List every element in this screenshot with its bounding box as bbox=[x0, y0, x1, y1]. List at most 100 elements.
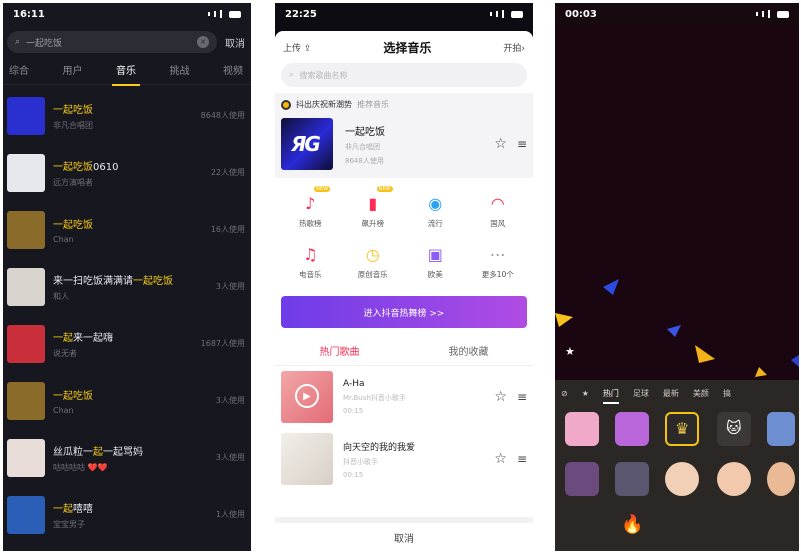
result-text: 一起吃饭0610 远方演唱者 bbox=[53, 158, 211, 188]
song-title: 一起嘻嘻 bbox=[53, 500, 216, 515]
song-meta: 向天空的我的我爱 抖音小歌手 00:15 bbox=[343, 440, 494, 479]
upload-button[interactable]: 上传 ⇪ bbox=[283, 41, 311, 54]
camera-preview[interactable]: ★ bbox=[555, 25, 799, 381]
tab-all[interactable]: 综合 bbox=[9, 62, 29, 77]
title-highlight: 一起吃饭 bbox=[53, 104, 93, 116]
music-result-list: 一起吃饭 非凡合唱团 8648人使用 一起吃饭0610 远方演唱者 22人使用 一起吃饭 Ch… bbox=[3, 85, 251, 543]
category-7[interactable]: ⋯ 更多10个 bbox=[467, 243, 530, 280]
tab-funny[interactable]: 搞 bbox=[723, 388, 731, 399]
effect-item[interactable] bbox=[767, 462, 795, 496]
record-icon bbox=[281, 99, 291, 110]
effect-item[interactable] bbox=[717, 462, 751, 496]
tab-challenges[interactable]: 挑战 bbox=[170, 62, 190, 77]
song-row[interactable]: ▶ A-Ha Mr.Bush抖音小歌手 00:15 ☆ ≡ bbox=[275, 366, 533, 428]
category-2[interactable]: ◉ 流行 bbox=[404, 192, 467, 229]
effect-item[interactable]: 🐱 bbox=[717, 412, 751, 446]
tab-beauty[interactable]: 美颜 bbox=[693, 388, 709, 399]
hot-dance-banner[interactable]: 进入抖音热舞榜 >> bbox=[281, 296, 527, 328]
tab-users[interactable]: 用户 bbox=[63, 62, 83, 77]
fan-icon: ◠ bbox=[490, 193, 505, 213]
effect-item[interactable] bbox=[767, 412, 795, 446]
category-label: 欧美 bbox=[427, 270, 443, 279]
bus-icon: ▣ bbox=[427, 244, 443, 264]
category-grid: ♪ 热歌榜 NEW ▮ 飙升榜 NEW ◉ 流行 ◠ 国风 ♫ 电音乐 ◷ 原创音乐 ▣ 欧美 ⋯ 更多10个 bbox=[275, 178, 533, 280]
song-tabs: 热门歌曲 我的收藏 bbox=[275, 336, 533, 366]
effect-item[interactable] bbox=[615, 412, 649, 446]
tab-new[interactable]: 最新 bbox=[663, 388, 679, 399]
music-result-row[interactable]: 来一扫吃饭满满请一起吃饭 和人 3人使用 bbox=[3, 258, 251, 315]
category-4[interactable]: ♫ 电音乐 bbox=[279, 243, 342, 280]
song-name: 一起吃饭 bbox=[345, 126, 385, 138]
song-artist: Chan bbox=[53, 405, 74, 415]
effect-item-selected[interactable]: ♛ bbox=[665, 412, 699, 446]
category-1[interactable]: ▮ 飙升榜 NEW bbox=[342, 186, 405, 229]
album-cover bbox=[7, 381, 45, 420]
song-row[interactable]: 向天空的我的我爱 抖音小歌手 00:15 ☆ ≡ bbox=[275, 428, 533, 490]
sheet-header: 上传 ⇪ 选择音乐 开拍› bbox=[275, 31, 533, 63]
tab-football[interactable]: 足球 bbox=[633, 388, 649, 399]
song-artist: 宝宝男子 bbox=[53, 519, 85, 529]
effect-item[interactable] bbox=[615, 462, 649, 496]
music-result-row[interactable]: 一起嘻嘻 宝宝男子 1人使用 bbox=[3, 486, 251, 543]
music-result-row[interactable]: 一起吃饭 非凡合唱团 8648人使用 bbox=[3, 87, 251, 144]
cancel-button[interactable]: 取消 bbox=[275, 517, 533, 551]
song-artist: 远方演唱者 bbox=[53, 177, 93, 187]
cut-icon[interactable]: ≡ bbox=[517, 452, 527, 466]
effect-item[interactable] bbox=[565, 412, 599, 446]
category-0[interactable]: ♪ 热歌榜 NEW bbox=[279, 186, 342, 229]
favorite-icon[interactable]: ★ bbox=[582, 389, 589, 398]
tab-videos[interactable]: 视频 bbox=[223, 62, 243, 77]
album-cover: ЯG bbox=[281, 118, 333, 170]
category-label: 更多10个 bbox=[481, 270, 514, 279]
song-title: 来一扫吃饭满满请一起吃饭 bbox=[53, 272, 216, 287]
song-artist: 抖音小歌手 bbox=[343, 457, 378, 466]
use-count: 16人使用 bbox=[210, 225, 245, 234]
title-prefix: 来一扫吃饭满满请 bbox=[53, 275, 133, 287]
start-button[interactable]: 开拍› bbox=[503, 41, 525, 54]
song-title: 一起来一起嗨 bbox=[53, 329, 201, 344]
cat-icon: 🐱 bbox=[726, 419, 742, 437]
search-input[interactable]: ⌕ 一起吃饭 × bbox=[7, 31, 217, 53]
search-bar: ⌕ 一起吃饭 × 取消 bbox=[7, 29, 245, 55]
tab-favorites[interactable]: 我的收藏 bbox=[404, 343, 533, 358]
music-result-row[interactable]: 一起吃饭 Chan 16人使用 bbox=[3, 201, 251, 258]
title-highlight: 一起吃饭 bbox=[53, 390, 93, 402]
start-label: 开拍 bbox=[503, 43, 522, 54]
category-6[interactable]: ▣ 欧美 bbox=[404, 243, 467, 280]
category-5[interactable]: ◷ 原创音乐 bbox=[342, 243, 405, 280]
music-result-row[interactable]: 一起吃饭 Chan 3人使用 bbox=[3, 372, 251, 429]
star-icon[interactable]: ☆ bbox=[494, 136, 507, 152]
music-result-row[interactable]: 一起来一起嗨 说无者 1687人使用 bbox=[3, 315, 251, 372]
album-cover bbox=[281, 433, 333, 485]
no-effect-icon[interactable]: ⊘ bbox=[561, 389, 568, 398]
camera-effects-screen: 00:03 ★ ⊘ ★ 热门 足球 最新 美颜 搞 ♛ 🐱 🔥 bbox=[555, 3, 799, 551]
use-count: 3人使用 bbox=[215, 396, 245, 405]
cut-icon[interactable]: ≡ bbox=[517, 390, 527, 404]
song-title: 一起吃饭 bbox=[53, 101, 201, 116]
category-3[interactable]: ◠ 国风 bbox=[467, 192, 530, 229]
music-search-input[interactable]: ⌕ 搜索歌曲名称 bbox=[281, 63, 527, 87]
featured-song[interactable]: ЯG 一起吃饭 非凡合唱团 8648人使用 ☆ ≡ bbox=[281, 118, 527, 170]
use-count: 22人使用 bbox=[210, 168, 245, 177]
tab-music[interactable]: 音乐 bbox=[112, 62, 140, 86]
star-icon[interactable]: ★ bbox=[565, 345, 575, 358]
music-result-row[interactable]: 一起吃饭0610 远方演唱者 22人使用 bbox=[3, 144, 251, 201]
fire-icon: 🔥 bbox=[621, 514, 644, 535]
tab-hot-songs[interactable]: 热门歌曲 bbox=[275, 343, 404, 358]
effect-item[interactable] bbox=[565, 462, 599, 496]
song-artist: 非凡合唱团 bbox=[53, 120, 93, 130]
tiktok-icon: ♪ bbox=[305, 193, 316, 213]
cancel-button[interactable]: 取消 bbox=[225, 35, 245, 50]
cut-icon[interactable]: ≡ bbox=[517, 137, 527, 151]
music-result-row[interactable]: 丝瓜粒一起一起骂妈 咕咕咕咕 ❤️❤️ 3人使用 bbox=[3, 429, 251, 486]
effect-item[interactable] bbox=[665, 462, 699, 496]
star-icon[interactable]: ☆ bbox=[494, 389, 507, 405]
clear-icon[interactable]: × bbox=[197, 36, 209, 48]
tab-hot[interactable]: 热门 bbox=[602, 388, 619, 404]
recommended-subtitle: 推荐音乐 bbox=[357, 100, 389, 109]
search-icon: ⌕ bbox=[289, 70, 294, 79]
play-icon[interactable]: ▶ bbox=[295, 384, 319, 408]
title-suffix: 嘻嘻 bbox=[73, 503, 93, 515]
new-badge: NEW bbox=[376, 186, 393, 192]
star-icon[interactable]: ☆ bbox=[494, 451, 507, 467]
